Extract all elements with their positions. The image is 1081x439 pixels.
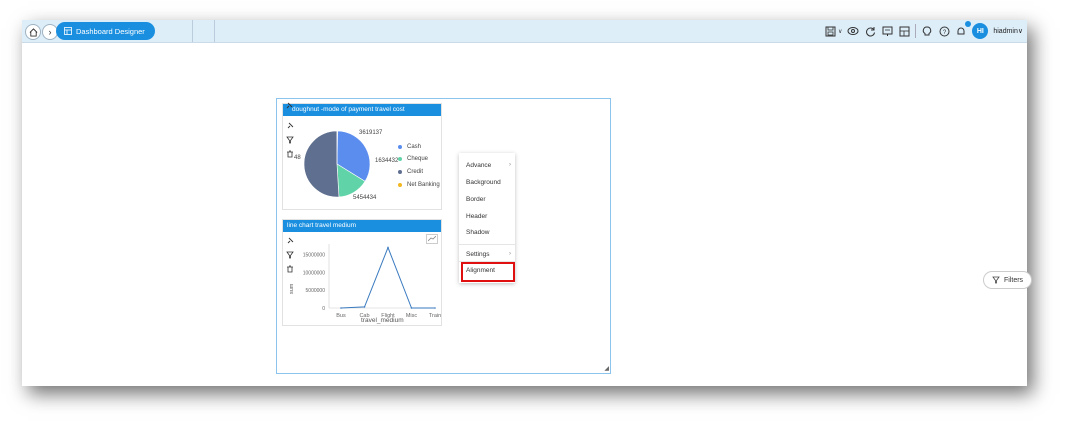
layout-icon[interactable]: [898, 25, 910, 37]
present-icon[interactable]: [881, 25, 893, 37]
chevron-down-icon[interactable]: ∨: [838, 28, 842, 35]
x-tick-label: Bus: [336, 313, 346, 319]
x-tick-label: Flight: [381, 313, 395, 319]
pie-slice-credit: [303, 130, 340, 198]
widget-title: line chart travel medium: [283, 220, 441, 232]
data-point: [434, 307, 436, 309]
x-tick-label: Train: [429, 313, 441, 319]
legend-item-cheque[interactable]: Cheque: [398, 156, 428, 162]
y-tick-label: 5000000: [306, 288, 326, 294]
legend-swatch: [398, 183, 402, 187]
chevron-right-icon: ›: [509, 251, 511, 257]
legend-item-cash[interactable]: Cash: [398, 144, 421, 150]
chevron-right-icon: ›: [509, 162, 511, 168]
y-tick-label: 15000000: [303, 253, 325, 259]
x-tick-label: Misc: [406, 313, 418, 319]
legend-label: Credit: [407, 169, 424, 175]
menu-item-advance[interactable]: Advance: [466, 162, 491, 169]
pie-widget[interactable]: doughnut -mode of payment travel cost 36…: [282, 102, 442, 210]
home-button[interactable]: [25, 24, 41, 40]
widget-title: doughnut -mode of payment travel cost: [283, 104, 441, 116]
menu-item-shadow[interactable]: Shadow: [466, 229, 490, 236]
y-tick-label: 0: [322, 306, 325, 312]
menu-item-label: Background: [466, 179, 501, 186]
help-icon[interactable]: ?: [938, 25, 950, 37]
top-bar: › Dashboard Designer ∨ ? HI hiadmin∨: [22, 20, 1027, 43]
line-chart[interactable]: sum travel_medium 1500000010000000500000…: [283, 232, 441, 325]
menu-divider: [459, 244, 515, 245]
data-point: [340, 307, 342, 309]
data-point: [410, 307, 413, 309]
widget-actions: [285, 102, 293, 110]
chevron-down-icon: ∨: [1017, 28, 1023, 35]
user-menu[interactable]: hiadmin∨: [993, 27, 1023, 35]
pin-icon[interactable]: [285, 102, 293, 110]
menu-item-label: Border: [466, 196, 486, 203]
legend-swatch: [398, 170, 402, 174]
toolbar-divider: [915, 24, 917, 38]
app-window: › Dashboard Designer ∨ ? HI hiadmin∨ dou…: [22, 20, 1033, 386]
svg-text:?: ?: [943, 30, 947, 36]
breadcrumb-dashboard-designer[interactable]: Dashboard Designer: [56, 22, 155, 40]
pie-chart[interactable]: 3619137 1634432 5454434 48: [283, 116, 441, 209]
notification-icon[interactable]: [955, 21, 972, 37]
home-icon: [29, 27, 37, 37]
pie-label-credit: 5454434: [353, 195, 377, 201]
menu-item-background[interactable]: Background: [466, 179, 501, 186]
user-name: hiadmin: [993, 28, 1018, 35]
filter-icon: [992, 276, 1000, 284]
data-point: [387, 246, 389, 249]
chevron-right-icon: ›: [48, 27, 52, 37]
legend-swatch: [398, 145, 402, 149]
series-line: [340, 246, 435, 309]
pie-label-cheque: 1634432: [375, 158, 399, 164]
legend-item-credit[interactable]: Credit: [398, 169, 423, 175]
x-tick-label: Cab: [359, 313, 369, 319]
menu-item-label: Settings: [466, 251, 490, 258]
filters-button[interactable]: Filters: [983, 271, 1033, 289]
resize-handle[interactable]: ◢: [604, 365, 609, 372]
data-point: [363, 306, 366, 308]
toolbar: ∨ ? HI hiadmin∨: [825, 20, 1023, 42]
filters-label: Filters: [1004, 276, 1024, 284]
y-axis-label: sum: [289, 283, 295, 294]
dashboard-icon: [64, 27, 72, 35]
context-menu: Advance › Background Border Header Shado…: [459, 153, 515, 283]
legend-swatch: [398, 157, 402, 161]
tab-divider: [192, 20, 193, 42]
tab-divider: [214, 20, 215, 42]
menu-item-border[interactable]: Border: [466, 196, 486, 203]
save-icon[interactable]: [825, 25, 837, 37]
menu-item-label: Shadow: [466, 229, 490, 236]
menu-item-alignment[interactable]: Alignment: [466, 267, 495, 274]
bulb-icon[interactable]: [921, 25, 933, 37]
legend-label: Cheque: [407, 156, 429, 162]
legend-label: Cash: [407, 144, 422, 150]
menu-item-label: Header: [466, 213, 488, 220]
view-icon[interactable]: [847, 25, 859, 37]
y-tick-label: 10000000: [303, 270, 325, 276]
refresh-icon[interactable]: [864, 25, 876, 37]
menu-item-settings[interactable]: Settings: [466, 251, 490, 258]
menu-item-label: Advance: [466, 162, 492, 169]
line-widget[interactable]: line chart travel medium sum travel_medi…: [282, 219, 442, 326]
breadcrumb-label: Dashboard Designer: [76, 26, 145, 36]
notification-badge: [965, 21, 972, 27]
pie-label-netbanking: 48: [294, 155, 301, 161]
pie-label-cash: 3619137: [359, 130, 383, 136]
legend-item-netbanking[interactable]: Net Banking: [398, 182, 440, 188]
menu-item-label: Alignment: [466, 267, 495, 274]
legend-label: Net Banking: [407, 182, 440, 188]
menu-item-header[interactable]: Header: [466, 213, 487, 220]
avatar[interactable]: HI: [972, 23, 989, 39]
dashboard-canvas[interactable]: doughnut -mode of payment travel cost 36…: [276, 98, 611, 374]
